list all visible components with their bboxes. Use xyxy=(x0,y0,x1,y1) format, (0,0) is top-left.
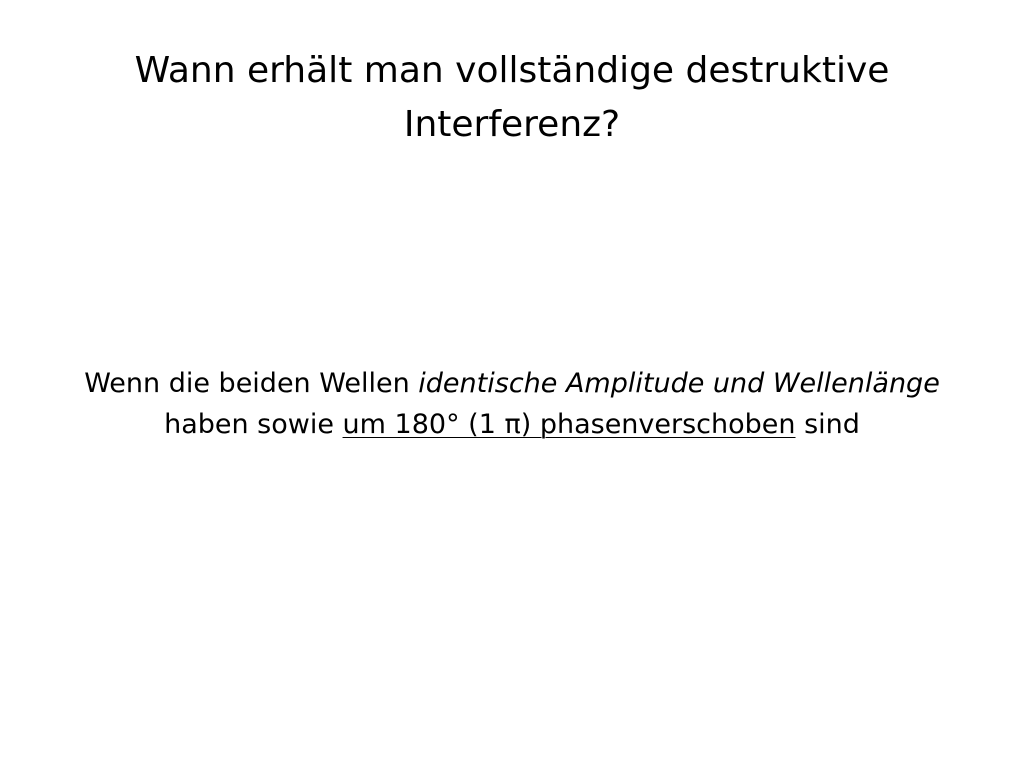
answer-text: Wenn die beiden Wellen identische Amplit… xyxy=(40,363,984,445)
answer-line-1: Wenn die beiden Wellen identische Amplit… xyxy=(40,363,984,404)
answer-text-before-underline: haben sowie xyxy=(164,409,343,440)
slide: Wann erhält man vollständige destruktive… xyxy=(0,0,1024,768)
answer-normal-text: Wenn die beiden Wellen xyxy=(84,368,419,399)
slide-title: Wann erhält man vollständige destruktive… xyxy=(80,44,944,152)
answer-underlined-text: um 180° (1 π) phasenverschoben xyxy=(342,409,796,440)
slide-title-line-2: Interferenz? xyxy=(403,104,621,145)
answer-italic-text: identische Amplitude und Wellenlänge xyxy=(418,368,940,399)
answer-text-after-underline: sind xyxy=(795,409,860,440)
slide-title-line-1: Wann erhält man vollständige destruktive xyxy=(134,50,890,91)
answer-line-2: haben sowie um 180° (1 π) phasenverschob… xyxy=(40,404,984,445)
